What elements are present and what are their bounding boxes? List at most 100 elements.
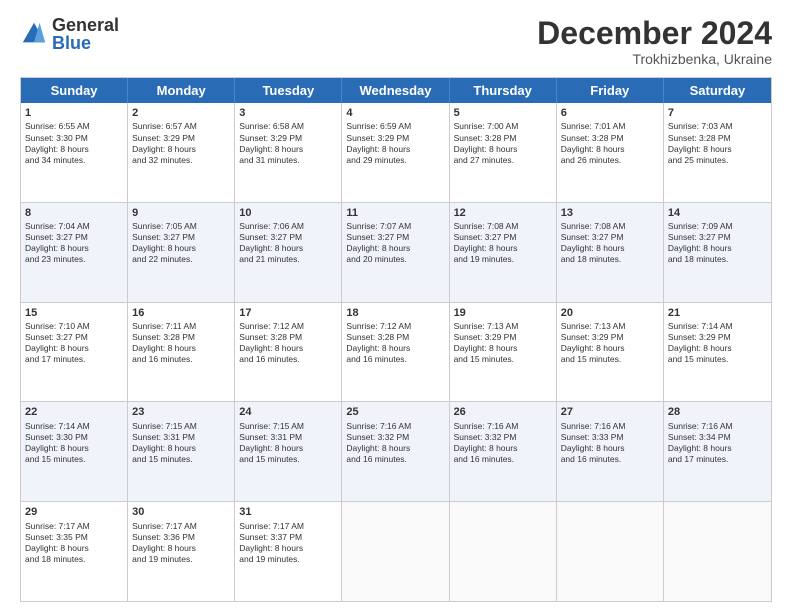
day-info-line-1: Sunset: 3:27 PM <box>668 232 767 243</box>
day-info-line-0: Sunrise: 7:01 AM <box>561 121 659 132</box>
day-info-line-3: and 15 minutes. <box>25 454 123 465</box>
day-info-line-1: Sunset: 3:34 PM <box>668 432 767 443</box>
day-info-line-2: Daylight: 8 hours <box>346 343 444 354</box>
day-cell-9: 9Sunrise: 7:05 AMSunset: 3:27 PMDaylight… <box>128 203 235 302</box>
day-cell-24: 24Sunrise: 7:15 AMSunset: 3:31 PMDayligh… <box>235 402 342 501</box>
day-info-line-0: Sunrise: 7:14 AM <box>668 321 767 332</box>
day-info-line-0: Sunrise: 6:58 AM <box>239 121 337 132</box>
day-number: 16 <box>132 306 230 320</box>
day-cell-14: 14Sunrise: 7:09 AMSunset: 3:27 PMDayligh… <box>664 203 771 302</box>
day-number: 29 <box>25 505 123 519</box>
day-info-line-3: and 31 minutes. <box>239 155 337 166</box>
day-info-line-2: Daylight: 8 hours <box>454 243 552 254</box>
day-cell-30: 30Sunrise: 7:17 AMSunset: 3:36 PMDayligh… <box>128 502 235 601</box>
day-info-line-3: and 16 minutes. <box>239 354 337 365</box>
day-number: 22 <box>25 405 123 419</box>
day-info-line-2: Daylight: 8 hours <box>132 443 230 454</box>
day-info-line-1: Sunset: 3:27 PM <box>561 232 659 243</box>
day-info-line-0: Sunrise: 6:55 AM <box>25 121 123 132</box>
day-info-line-2: Daylight: 8 hours <box>668 343 767 354</box>
day-info-line-2: Daylight: 8 hours <box>132 343 230 354</box>
day-info-line-0: Sunrise: 7:15 AM <box>239 421 337 432</box>
day-info-line-1: Sunset: 3:36 PM <box>132 532 230 543</box>
day-info-line-1: Sunset: 3:29 PM <box>454 332 552 343</box>
day-cell-1: 1Sunrise: 6:55 AMSunset: 3:30 PMDaylight… <box>21 103 128 202</box>
day-info-line-1: Sunset: 3:27 PM <box>25 332 123 343</box>
day-info-line-3: and 32 minutes. <box>132 155 230 166</box>
day-info-line-0: Sunrise: 7:07 AM <box>346 221 444 232</box>
day-info-line-3: and 16 minutes. <box>346 354 444 365</box>
day-number: 18 <box>346 306 444 320</box>
header-day-sunday: Sunday <box>21 78 128 103</box>
day-info-line-0: Sunrise: 7:16 AM <box>346 421 444 432</box>
day-info-line-1: Sunset: 3:37 PM <box>239 532 337 543</box>
day-info-line-0: Sunrise: 7:09 AM <box>668 221 767 232</box>
day-info-line-2: Daylight: 8 hours <box>346 243 444 254</box>
day-info-line-3: and 16 minutes. <box>454 454 552 465</box>
day-info-line-1: Sunset: 3:31 PM <box>239 432 337 443</box>
day-number: 8 <box>25 206 123 220</box>
day-info-line-2: Daylight: 8 hours <box>668 243 767 254</box>
day-cell-6: 6Sunrise: 7:01 AMSunset: 3:28 PMDaylight… <box>557 103 664 202</box>
day-info-line-0: Sunrise: 7:17 AM <box>25 521 123 532</box>
day-info-line-1: Sunset: 3:28 PM <box>561 133 659 144</box>
day-cell-5: 5Sunrise: 7:00 AMSunset: 3:28 PMDaylight… <box>450 103 557 202</box>
day-info-line-3: and 15 minutes. <box>668 354 767 365</box>
day-info-line-1: Sunset: 3:31 PM <box>132 432 230 443</box>
day-info-line-3: and 19 minutes. <box>239 554 337 565</box>
day-info-line-3: and 34 minutes. <box>25 155 123 166</box>
day-info-line-2: Daylight: 8 hours <box>25 543 123 554</box>
logo: General Blue <box>20 16 119 52</box>
day-info-line-3: and 29 minutes. <box>346 155 444 166</box>
day-info-line-2: Daylight: 8 hours <box>132 243 230 254</box>
day-number: 4 <box>346 106 444 120</box>
day-info-line-3: and 17 minutes. <box>668 454 767 465</box>
day-number: 12 <box>454 206 552 220</box>
day-info-line-2: Daylight: 8 hours <box>239 243 337 254</box>
day-info-line-3: and 26 minutes. <box>561 155 659 166</box>
day-info-line-2: Daylight: 8 hours <box>561 243 659 254</box>
calendar-subtitle: Trokhizbenka, Ukraine <box>537 51 772 67</box>
day-number: 15 <box>25 306 123 320</box>
calendar-row-4: 29Sunrise: 7:17 AMSunset: 3:35 PMDayligh… <box>21 502 771 601</box>
day-cell-20: 20Sunrise: 7:13 AMSunset: 3:29 PMDayligh… <box>557 303 664 402</box>
day-info-line-3: and 18 minutes. <box>668 254 767 265</box>
header-day-friday: Friday <box>557 78 664 103</box>
day-info-line-1: Sunset: 3:29 PM <box>561 332 659 343</box>
day-info-line-3: and 18 minutes. <box>25 554 123 565</box>
day-info-line-3: and 18 minutes. <box>561 254 659 265</box>
day-cell-3: 3Sunrise: 6:58 AMSunset: 3:29 PMDaylight… <box>235 103 342 202</box>
day-info-line-0: Sunrise: 7:00 AM <box>454 121 552 132</box>
day-info-line-0: Sunrise: 7:11 AM <box>132 321 230 332</box>
day-cell-12: 12Sunrise: 7:08 AMSunset: 3:27 PMDayligh… <box>450 203 557 302</box>
day-number: 30 <box>132 505 230 519</box>
day-info-line-1: Sunset: 3:28 PM <box>132 332 230 343</box>
day-number: 9 <box>132 206 230 220</box>
day-number: 3 <box>239 106 337 120</box>
day-info-line-3: and 22 minutes. <box>132 254 230 265</box>
day-info-line-2: Daylight: 8 hours <box>561 144 659 155</box>
day-number: 14 <box>668 206 767 220</box>
day-info-line-0: Sunrise: 7:08 AM <box>561 221 659 232</box>
day-info-line-2: Daylight: 8 hours <box>239 343 337 354</box>
header-day-wednesday: Wednesday <box>342 78 449 103</box>
day-info-line-0: Sunrise: 7:15 AM <box>132 421 230 432</box>
day-info-line-1: Sunset: 3:32 PM <box>454 432 552 443</box>
day-info-line-3: and 17 minutes. <box>25 354 123 365</box>
day-info-line-3: and 16 minutes. <box>561 454 659 465</box>
day-cell-18: 18Sunrise: 7:12 AMSunset: 3:28 PMDayligh… <box>342 303 449 402</box>
day-info-line-0: Sunrise: 7:14 AM <box>25 421 123 432</box>
day-info-line-1: Sunset: 3:29 PM <box>668 332 767 343</box>
day-number: 10 <box>239 206 337 220</box>
day-number: 6 <box>561 106 659 120</box>
calendar-row-1: 8Sunrise: 7:04 AMSunset: 3:27 PMDaylight… <box>21 203 771 303</box>
day-cell-21: 21Sunrise: 7:14 AMSunset: 3:29 PMDayligh… <box>664 303 771 402</box>
day-number: 11 <box>346 206 444 220</box>
day-info-line-0: Sunrise: 6:57 AM <box>132 121 230 132</box>
calendar-title: December 2024 <box>537 16 772 51</box>
day-info-line-2: Daylight: 8 hours <box>25 343 123 354</box>
day-info-line-0: Sunrise: 7:16 AM <box>668 421 767 432</box>
calendar: SundayMondayTuesdayWednesdayThursdayFrid… <box>20 77 772 602</box>
day-info-line-1: Sunset: 3:33 PM <box>561 432 659 443</box>
day-info-line-2: Daylight: 8 hours <box>454 443 552 454</box>
